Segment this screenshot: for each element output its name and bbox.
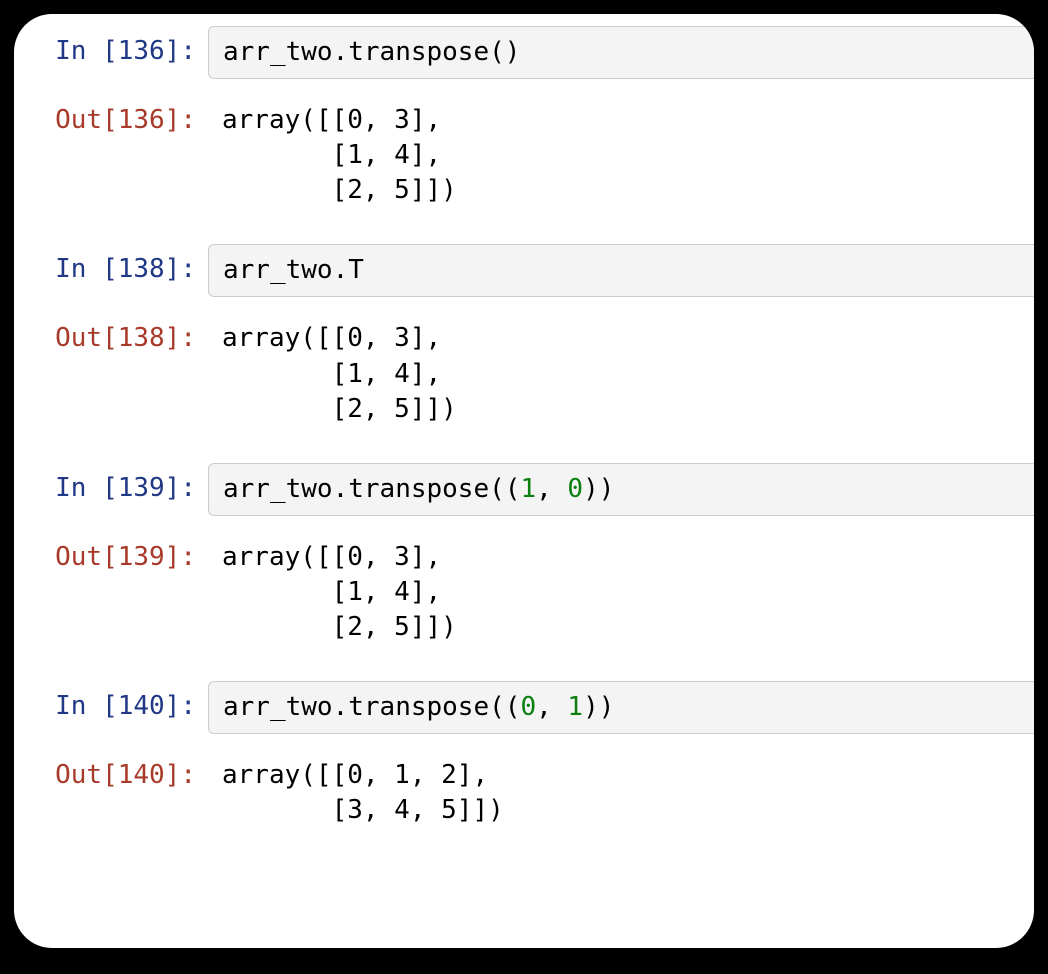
cell-in-138: In [138]: arr_two.T xyxy=(14,236,1034,305)
code-input-140[interactable]: arr_two.transpose((0, 1)) xyxy=(208,681,1034,734)
cell-out-140: Out[140]: array([[0, 1, 2], [3, 4, 5]]) xyxy=(14,742,1034,844)
cell-out-136: Out[136]: array([[0, 3], [1, 4], [2, 5]]… xyxy=(14,87,1034,224)
cell-in-140: In [140]: arr_two.transpose((0, 1)) xyxy=(14,673,1034,742)
cell-in-136: In [136]: arr_two.transpose() xyxy=(14,18,1034,87)
cell-out-139: Out[139]: array([[0, 3], [1, 4], [2, 5]]… xyxy=(14,524,1034,661)
code-tokens-136: arr_two.transpose() xyxy=(223,37,520,67)
cell-out-138: Out[138]: array([[0, 3], [1, 4], [2, 5]]… xyxy=(14,305,1034,442)
code-tokens-138: arr_two.T xyxy=(223,255,364,285)
prompt-out-139: Out[139]: xyxy=(14,532,208,575)
code-input-136[interactable]: arr_two.transpose() xyxy=(208,26,1034,79)
output-138: array([[0, 3], [1, 4], [2, 5]]) xyxy=(208,313,1034,434)
prompt-in-140: In [140]: xyxy=(14,681,208,724)
output-136: array([[0, 3], [1, 4], [2, 5]]) xyxy=(208,95,1034,216)
cell-in-139: In [139]: arr_two.transpose((1, 0)) xyxy=(14,455,1034,524)
code-input-139[interactable]: arr_two.transpose((1, 0)) xyxy=(208,463,1034,516)
output-139: array([[0, 3], [1, 4], [2, 5]]) xyxy=(208,532,1034,653)
code-input-138[interactable]: arr_two.T xyxy=(208,244,1034,297)
prompt-out-138: Out[138]: xyxy=(14,313,208,356)
prompt-out-136: Out[136]: xyxy=(14,95,208,138)
prompt-in-138: In [138]: xyxy=(14,244,208,287)
notebook-panel: In [136]: arr_two.transpose() Out[136]: … xyxy=(14,14,1034,948)
prompt-in-136: In [136]: xyxy=(14,26,208,69)
prompt-in-139: In [139]: xyxy=(14,463,208,506)
code-tokens-140: arr_two.transpose((0, 1)) xyxy=(223,692,614,722)
code-tokens-139: arr_two.transpose((1, 0)) xyxy=(223,474,614,504)
prompt-out-140: Out[140]: xyxy=(14,750,208,793)
output-140: array([[0, 1, 2], [3, 4, 5]]) xyxy=(208,750,1034,836)
